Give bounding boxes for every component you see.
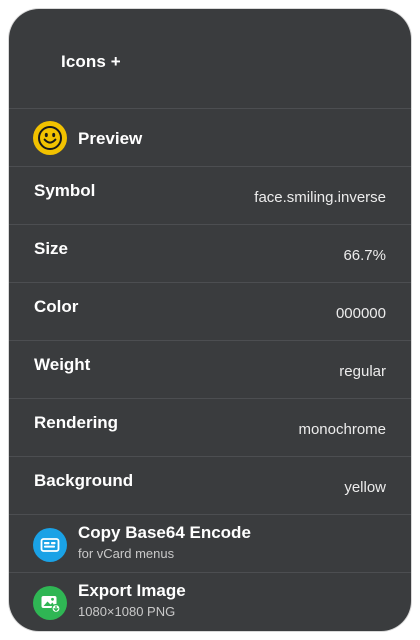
property-row-size[interactable]: Size 66.7% — [9, 225, 411, 283]
property-row-background[interactable]: Background yellow — [9, 457, 411, 515]
property-value: face.smiling.inverse — [254, 189, 386, 206]
property-label: Symbol — [34, 181, 96, 200]
property-value: 000000 — [335, 305, 386, 322]
face-smiling-icon — [33, 121, 67, 155]
action-title: Export Image — [78, 581, 186, 600]
photo-export-icon — [33, 586, 67, 620]
property-row-weight[interactable]: Weight regular — [9, 341, 411, 399]
property-label: Weight — [34, 355, 91, 374]
menu-header: Icons + — [9, 9, 411, 109]
property-label: Rendering — [34, 413, 119, 432]
action-title: Copy Base64 Encode — [78, 523, 251, 542]
preview-row[interactable]: Preview — [9, 109, 411, 167]
property-value: 66.7% — [343, 247, 386, 264]
property-value: monochrome — [298, 421, 386, 438]
export-image-button[interactable]: Export Image 1080×1080 PNG — [9, 573, 411, 630]
preview-label: Preview — [78, 129, 143, 148]
menu-title: Icons + — [61, 52, 121, 71]
property-row-symbol[interactable]: Symbol face.smiling.inverse — [9, 167, 411, 225]
property-label: Color — [34, 297, 79, 316]
property-row-color[interactable]: Color 000000 — [9, 283, 411, 341]
menu-card: Icons + Preview Symbol face.smiling.inve… — [9, 9, 411, 631]
action-subtitle: 1080×1080 PNG — [78, 604, 176, 619]
copy-base64-button[interactable]: Copy Base64 Encode for vCard menus — [9, 515, 411, 573]
property-label: Size — [34, 239, 69, 258]
property-label: Background — [34, 471, 134, 490]
id-card-icon — [33, 528, 67, 562]
property-row-rendering[interactable]: Rendering monochrome — [9, 399, 411, 457]
property-value: yellow — [344, 479, 386, 496]
property-value: regular — [339, 363, 386, 380]
action-subtitle: for vCard menus — [78, 546, 175, 561]
